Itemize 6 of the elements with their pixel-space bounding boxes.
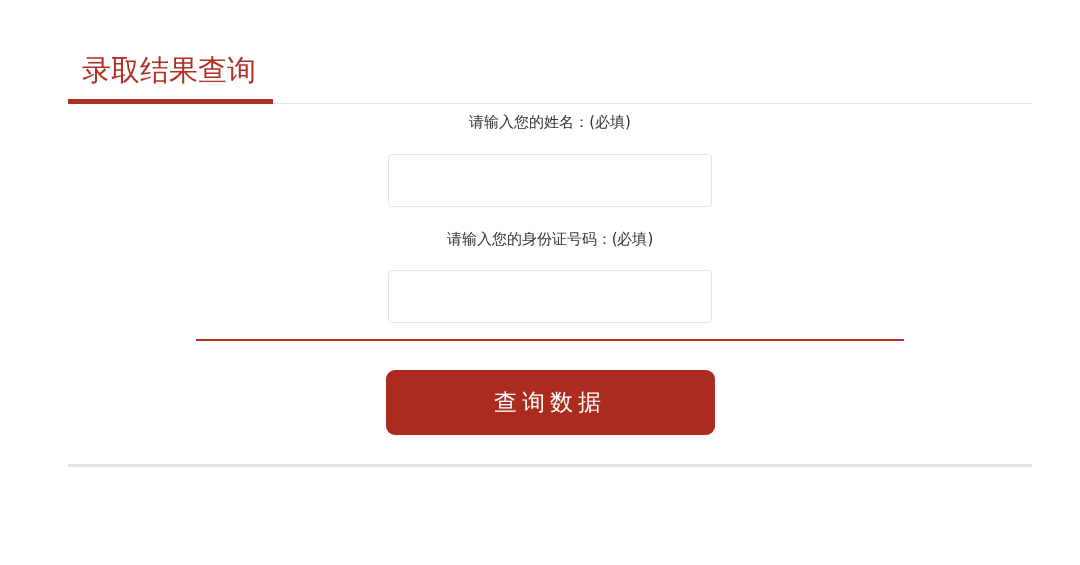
field-label: 请输入您的身份证号码：(必填) bbox=[446, 228, 654, 250]
input-field[interactable] bbox=[388, 153, 712, 207]
field-label: 请输入您的姓名：(必填) bbox=[469, 112, 631, 133]
page-title: 录取结果查询 bbox=[68, 50, 273, 104]
query-button[interactable]: 查询数据 bbox=[385, 370, 715, 435]
input-field[interactable] bbox=[388, 270, 712, 323]
